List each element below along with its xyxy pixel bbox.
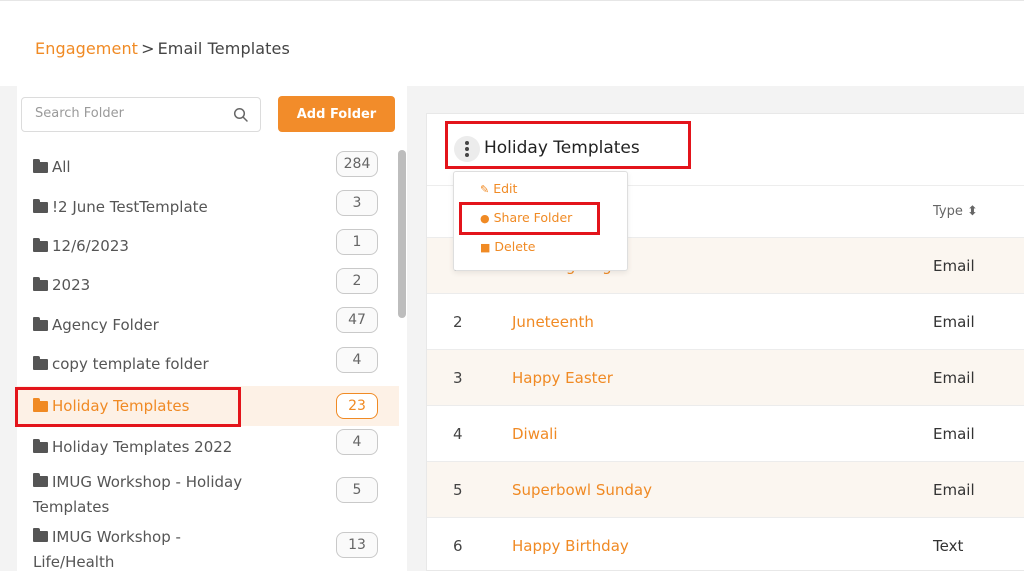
folder-count-badge: 23 bbox=[336, 393, 378, 419]
folder-count-badge: 284 bbox=[336, 151, 378, 177]
folder-count-badge: 5 bbox=[336, 477, 378, 503]
folder-count-badge: 4 bbox=[336, 347, 378, 373]
folder-icon bbox=[33, 159, 48, 173]
folder-label: Holiday Templates 2022 bbox=[52, 438, 233, 456]
sidebar-scrollbar[interactable] bbox=[398, 150, 406, 318]
column-header-type[interactable]: Type ⬍ bbox=[933, 204, 978, 219]
menu-item-delete[interactable]: ■ Delete bbox=[480, 239, 535, 254]
row-number: 4 bbox=[453, 425, 463, 443]
folder-label: IMUG Workshop - Holiday Templates bbox=[33, 473, 243, 516]
search-folder-box bbox=[21, 97, 261, 132]
folder-icon bbox=[33, 317, 48, 331]
folder-icon bbox=[33, 277, 48, 291]
table-row[interactable]: 4 Diwali Email bbox=[427, 406, 1024, 462]
breadcrumb-separator: > bbox=[141, 39, 155, 58]
template-name-link[interactable]: Juneteenth bbox=[512, 313, 594, 331]
folder-count-badge: 1 bbox=[336, 229, 378, 255]
folder-icon bbox=[33, 238, 48, 252]
folder-count-badge: 47 bbox=[336, 307, 378, 333]
template-type: Email bbox=[933, 369, 975, 387]
folder-item-imug-life-health[interactable]: IMUG Workshop - Life/Health 13 bbox=[17, 525, 399, 571]
folder-label: IMUG Workshop - Life/Health bbox=[33, 528, 181, 571]
row-number: 6 bbox=[453, 537, 463, 555]
template-name-link[interactable]: Happy Easter bbox=[512, 369, 613, 387]
search-folder-input[interactable] bbox=[35, 106, 225, 121]
breadcrumb-current: Email Templates bbox=[157, 39, 290, 58]
menu-item-label: Share Folder bbox=[493, 210, 573, 225]
template-type: Email bbox=[933, 257, 975, 275]
top-bar: Engagement > Email Templates bbox=[0, 0, 1024, 86]
row-number: 5 bbox=[453, 481, 463, 499]
folder-item-holiday-templates[interactable]: Holiday Templates 23 bbox=[17, 386, 399, 426]
folder-label: All bbox=[52, 158, 71, 176]
folder-item-imug-holiday[interactable]: IMUG Workshop - Holiday Templates 5 bbox=[17, 470, 399, 524]
folder-count-badge: 2 bbox=[336, 268, 378, 294]
folder-item-all[interactable]: All 284 bbox=[17, 147, 399, 187]
trash-icon: ■ bbox=[480, 241, 491, 254]
breadcrumb-engagement-link[interactable]: Engagement bbox=[35, 39, 138, 58]
folder-label: copy template folder bbox=[52, 355, 209, 373]
menu-item-label: Delete bbox=[494, 239, 536, 254]
folder-icon bbox=[33, 439, 48, 453]
folder-label: 12/6/2023 bbox=[52, 237, 129, 255]
folder-item-june-test[interactable]: !2 June TestTemplate 3 bbox=[17, 187, 399, 227]
table-row[interactable]: 5 Superbowl Sunday Email bbox=[427, 462, 1024, 518]
template-name-link[interactable]: Happy Birthday bbox=[512, 537, 629, 555]
folder-item-12-6-2023[interactable]: 12/6/2023 1 bbox=[17, 226, 399, 266]
panel-title: Holiday Templates bbox=[484, 138, 640, 158]
table-row[interactable]: 2 Juneteenth Email bbox=[427, 294, 1024, 350]
folder-count-badge: 3 bbox=[336, 190, 378, 216]
folder-label: 2023 bbox=[52, 276, 91, 294]
row-number: 2 bbox=[453, 313, 463, 331]
menu-item-edit[interactable]: ✎ Edit bbox=[480, 181, 517, 196]
table-row[interactable]: 6 Happy Birthday Text bbox=[427, 518, 1024, 571]
folder-label: !2 June TestTemplate bbox=[52, 198, 208, 216]
folder-icon bbox=[33, 199, 48, 213]
folder-item-2023[interactable]: 2023 2 bbox=[17, 265, 399, 305]
folder-item-agency[interactable]: Agency Folder 47 bbox=[17, 305, 399, 345]
folder-sidebar: Add Folder All 284 !2 June TestTemplate … bbox=[17, 86, 407, 571]
folder-label: Agency Folder bbox=[52, 316, 159, 334]
add-folder-button[interactable]: Add Folder bbox=[278, 96, 395, 132]
folder-label: Holiday Templates bbox=[52, 397, 190, 415]
breadcrumb: Engagement > Email Templates bbox=[35, 39, 290, 58]
folder-icon bbox=[33, 356, 48, 370]
folder-icon bbox=[33, 398, 48, 412]
pencil-icon: ✎ bbox=[480, 183, 490, 196]
template-name-link[interactable]: Superbowl Sunday bbox=[512, 481, 652, 499]
template-name-link[interactable]: Diwali bbox=[512, 425, 558, 443]
template-type: Email bbox=[933, 313, 975, 331]
search-icon[interactable] bbox=[233, 107, 249, 123]
template-type: Email bbox=[933, 425, 975, 443]
folder-item-copy-template[interactable]: copy template folder 4 bbox=[17, 344, 399, 384]
template-type: Email bbox=[933, 481, 975, 499]
row-number: 3 bbox=[453, 369, 463, 387]
folder-options-menu: ✎ Edit ● Share Folder ■ Delete bbox=[453, 171, 628, 271]
menu-item-label: Edit bbox=[493, 181, 518, 196]
user-icon: ● bbox=[480, 212, 490, 225]
folder-options-kebab-icon[interactable] bbox=[454, 136, 480, 162]
table-row[interactable]: 3 Happy Easter Email bbox=[427, 350, 1024, 406]
menu-item-share-folder[interactable]: ● Share Folder bbox=[480, 210, 572, 225]
folder-count-badge: 13 bbox=[336, 532, 378, 558]
template-type: Text bbox=[933, 537, 964, 555]
folder-count-badge: 4 bbox=[336, 429, 378, 455]
folder-item-holiday-2022[interactable]: Holiday Templates 2022 4 bbox=[17, 427, 399, 467]
